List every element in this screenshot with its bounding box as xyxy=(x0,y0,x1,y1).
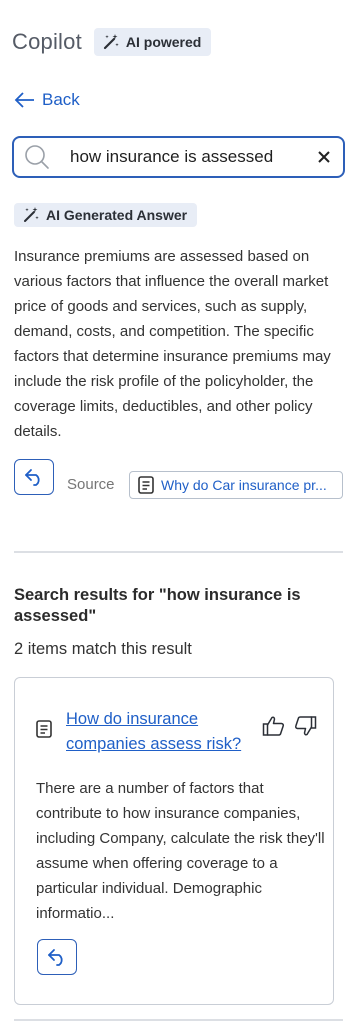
section-divider xyxy=(14,551,343,553)
thumbs-down-icon[interactable] xyxy=(293,715,317,737)
back-label: Back xyxy=(42,90,80,109)
panel-header: Copilot AI powered xyxy=(12,28,212,56)
results-title: Search results for "how insurance is ass… xyxy=(14,586,301,625)
reply-arrow-icon xyxy=(48,949,63,966)
ai-answer-text: Insurance premiums are assessed based on… xyxy=(14,248,331,440)
source-label: Source xyxy=(67,476,115,493)
app-title: Copilot xyxy=(12,29,82,54)
back-link[interactable]: Back xyxy=(14,90,80,110)
result-snippet: There are a number of factors that contr… xyxy=(36,780,325,922)
reply-button[interactable] xyxy=(14,459,54,495)
result-reply-button[interactable] xyxy=(37,939,77,975)
search-box xyxy=(12,136,345,178)
ai-powered-label: AI powered xyxy=(125,34,202,50)
magic-wand-icon xyxy=(24,207,39,222)
next-card-edge xyxy=(14,1019,343,1021)
arrow-left-icon xyxy=(14,92,34,108)
result-card: How do insurance companies assess risk? … xyxy=(14,677,334,1005)
document-icon xyxy=(36,720,52,738)
search-input[interactable] xyxy=(70,147,310,167)
ai-generated-badge: AI Generated Answer xyxy=(14,203,198,227)
magic-wand-icon xyxy=(103,34,119,50)
copilot-panel: Copilot AI powered Back how insurance is… xyxy=(0,0,355,1024)
search-icon xyxy=(25,145,49,169)
results-count: 2 items match this result xyxy=(14,640,192,658)
ai-powered-badge: AI powered xyxy=(93,28,212,56)
source-link[interactable]: Why do Car insurance pr... xyxy=(129,471,343,499)
source-title: Why do Car insurance pr... xyxy=(161,477,327,493)
thumbs-up-icon[interactable] xyxy=(262,715,286,737)
document-icon xyxy=(138,476,154,494)
ai-generated-label: AI Generated Answer xyxy=(46,207,188,223)
result-title-link[interactable]: How do insurance companies assess risk? xyxy=(66,707,256,757)
close-icon[interactable] xyxy=(317,150,331,164)
reply-arrow-icon xyxy=(25,469,40,486)
